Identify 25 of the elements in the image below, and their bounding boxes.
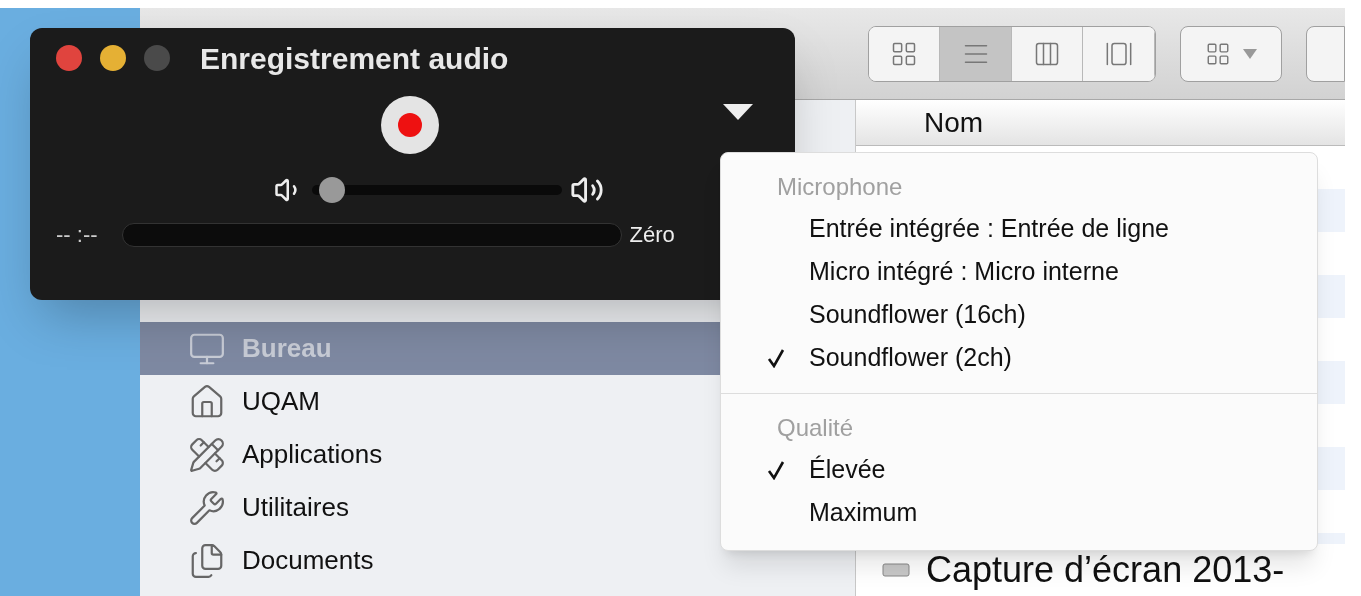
file-row[interactable]: Capture d’écran 2013- [856, 544, 1345, 596]
menu-item[interactable]: Micro intégré : Micro interne [721, 250, 1317, 293]
arrange-button[interactable] [1179, 25, 1282, 82]
view-mode-button[interactable] [869, 26, 941, 81]
volume-slider[interactable] [312, 177, 562, 203]
menu-item[interactable]: Maximum [721, 491, 1317, 534]
file-icon [882, 563, 910, 577]
file-size: Zéro [629, 221, 675, 249]
menu-item[interactable]: Entrée intégrée : Entrée de ligne [721, 207, 1317, 250]
toolbar-button[interactable] [1305, 25, 1345, 82]
menu-section-header: Microphone [776, 172, 904, 202]
pencil-ruler-icon [188, 435, 226, 474]
menu-section-header: Qualité [776, 413, 855, 443]
disclosure-triangle-icon[interactable] [723, 104, 753, 120]
wrench-icon [188, 488, 226, 527]
slider-thumb[interactable] [318, 177, 345, 203]
zoom-button[interactable] [144, 45, 170, 71]
caret-icon [1242, 48, 1257, 59]
minimize-button[interactable] [100, 45, 126, 71]
sidebar-item[interactable]: Documents [140, 534, 855, 587]
record-button[interactable] [380, 96, 439, 154]
window-title: Enregistrement audio [200, 40, 509, 77]
close-button[interactable] [56, 45, 82, 71]
elapsed-time: -- :-- [56, 221, 98, 249]
menu-item[interactable]: Élevée [721, 448, 1317, 491]
